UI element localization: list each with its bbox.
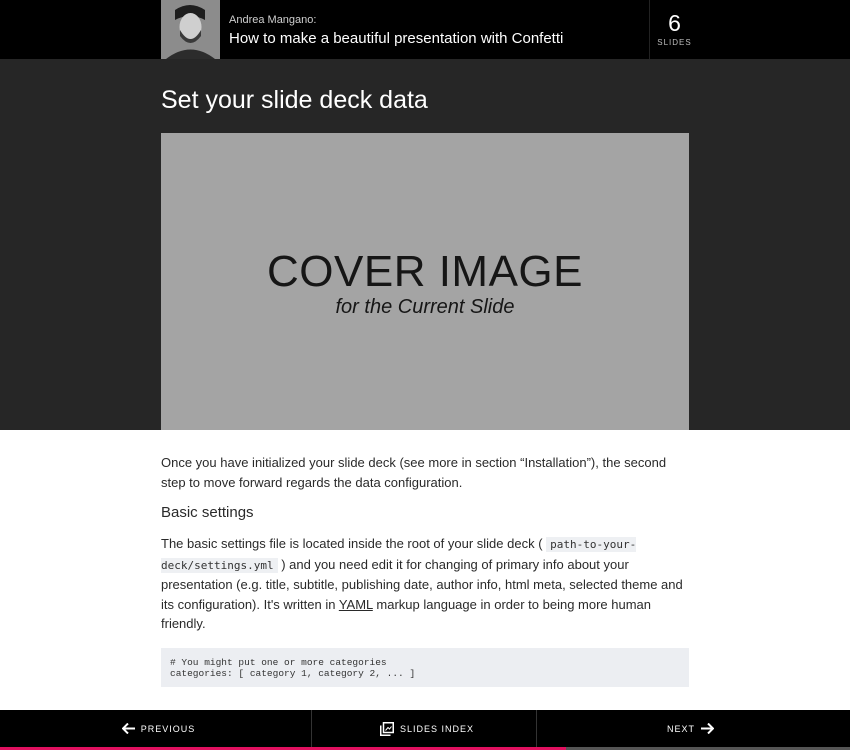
deck-title[interactable]: How to make a beautiful presentation wit… xyxy=(229,30,563,47)
slide-count-label: SLIDES xyxy=(657,38,692,47)
yaml-link[interactable]: YAML xyxy=(339,597,373,612)
next-label: NEXT xyxy=(666,723,695,734)
slides-index-button[interactable]: SLIDES INDEX xyxy=(312,710,537,747)
intro-paragraph: Once you have initialized your slide dec… xyxy=(161,455,667,490)
cover-image-subtitle: for the Current Slide xyxy=(335,296,515,318)
slide-count-box: 6 SLIDES xyxy=(649,0,699,59)
slides-index-label: SLIDES INDEX xyxy=(399,723,475,734)
slide-hero: Set your slide deck data COVER IMAGE for… xyxy=(0,59,850,430)
bottom-navigation: PREVIOUS SLIDES INDEX NEXT xyxy=(0,710,850,750)
slide-content: Once you have initialized your slide dec… xyxy=(161,453,689,687)
arrow-right-icon xyxy=(701,723,714,734)
settings-paragraph: The basic settings file is located insid… xyxy=(161,534,689,634)
author-name: Andrea Mangano: xyxy=(229,14,317,26)
code-block: # You might put one or more categories c… xyxy=(161,647,689,687)
next-button[interactable]: NEXT xyxy=(537,710,850,747)
slide-count: 6 xyxy=(668,10,681,36)
top-header: Andrea Mangano: How to make a beautiful … xyxy=(0,0,850,59)
settings-text-start: The basic settings file is located insid… xyxy=(161,536,547,551)
slides-index-icon xyxy=(379,721,394,736)
arrow-left-icon xyxy=(121,723,135,734)
author-avatar xyxy=(161,0,220,59)
section-heading: Basic settings xyxy=(161,504,254,521)
cover-image: COVER IMAGE for the Current Slide xyxy=(161,133,689,430)
cover-image-title: COVER IMAGE xyxy=(267,247,583,296)
previous-label: PREVIOUS xyxy=(140,723,196,734)
slide-title: Set your slide deck data xyxy=(161,86,428,114)
previous-button[interactable]: PREVIOUS xyxy=(0,710,312,747)
